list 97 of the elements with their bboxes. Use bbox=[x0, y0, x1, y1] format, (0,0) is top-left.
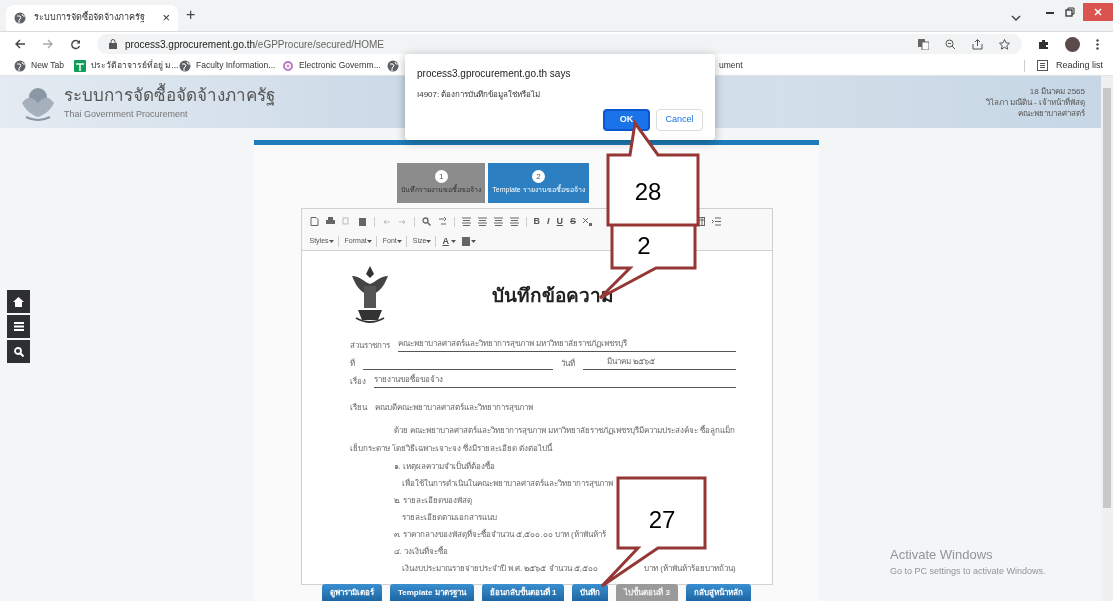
more-options-icon[interactable] bbox=[1096, 38, 1099, 50]
puzzle-icon[interactable] bbox=[1038, 38, 1049, 50]
reading-list-icon[interactable] bbox=[1036, 60, 1048, 71]
caret-icon bbox=[426, 239, 432, 243]
action-button[interactable]: กลับสู่หน้าหลัก bbox=[686, 584, 752, 601]
indent-list-icon[interactable] bbox=[711, 217, 721, 227]
field-label: ส่วนราชการ bbox=[349, 340, 390, 352]
format-button[interactable]: U bbox=[556, 215, 563, 229]
zoom-out-icon[interactable] bbox=[945, 38, 956, 50]
field-value: คณบดีคณะพยาบาลศาสตร์และวิทยาการสุขภาพ bbox=[374, 402, 533, 414]
field-value: รายงานขอซื้อขอจ้าง bbox=[373, 375, 443, 384]
search-icon bbox=[13, 346, 24, 357]
restore-icon[interactable] bbox=[1065, 7, 1075, 17]
format-button[interactable]: I bbox=[547, 215, 550, 229]
bookmark-link[interactable]: Faculty Information... bbox=[196, 59, 276, 72]
caret-icon bbox=[396, 239, 402, 243]
dialog-button[interactable]: OK bbox=[603, 109, 650, 131]
chevron-down-icon[interactable] bbox=[1011, 14, 1021, 22]
list-item-detail: บาท (ห้าพันห้าร้อยบาทถ้วน) bbox=[644, 563, 736, 575]
lock-icon bbox=[109, 39, 117, 49]
action-button[interactable]: ย้อนกลับขั้นตอนที่ 1 bbox=[481, 584, 565, 601]
list-item-detail: เพื่อใช้ในการดำเนินในคณะพยาบาลศาสตร์และวิทยาการสุขภาพ bbox=[401, 477, 613, 490]
translate-icon[interactable] bbox=[918, 38, 929, 50]
globe-icon bbox=[179, 59, 191, 72]
background-color-icon[interactable] bbox=[461, 236, 476, 246]
document-heading: บันทึกข้อความ bbox=[491, 283, 614, 308]
document-paragraph: ด้วย คณะพยาบาลศาสตร์และวิทยาการสุขภาพ มหาวิทยาลัยราชภัฏเพชรบุรีมีความประสงค์จะ ซื้อลูกแม็กเย็บกระดาษ โดยวิธีเฉพาะเจาะจง ซึ่งมีรายละเอียด ดังต่อไปนี้ bbox=[349, 426, 736, 453]
align-center-icon[interactable] bbox=[477, 217, 487, 227]
dialog-message: I4907: ต้องการบันทึกข้อมูลใช่หรือไม่ bbox=[417, 89, 542, 101]
action-button[interactable]: บันทึก bbox=[572, 584, 609, 601]
bookmark-link[interactable]: ument bbox=[719, 59, 743, 72]
star-icon[interactable] bbox=[999, 38, 1010, 50]
activation-title: Activate Windows bbox=[890, 546, 994, 564]
globe-icon bbox=[387, 59, 399, 72]
reload-icon[interactable] bbox=[70, 38, 81, 50]
action-button[interactable]: Template มาตรฐาน bbox=[389, 584, 474, 601]
format-button[interactable]: S bbox=[570, 215, 577, 229]
align-right-icon[interactable] bbox=[493, 217, 503, 227]
address-bar[interactable]: process3.gprocurement.go.th/eGPProcure/secured/HOME bbox=[97, 34, 1022, 54]
callout-number: 2 bbox=[637, 234, 651, 258]
paste-icon[interactable] bbox=[357, 217, 367, 227]
align-left-icon[interactable] bbox=[461, 217, 471, 227]
profile-avatar[interactable] bbox=[1065, 36, 1080, 52]
search-button[interactable] bbox=[7, 340, 30, 363]
menu-button[interactable] bbox=[7, 315, 30, 338]
list-item: ๒. รายละเอียดของพัสดุ bbox=[393, 496, 472, 505]
site-title: ระบบการจัดซื้อจัดจ้างภาครัฐ bbox=[64, 82, 275, 108]
list-item: ๔. วงเงินที่จะซื้อ bbox=[393, 547, 448, 556]
field-value: มีนาคม ๒๕๖๕ bbox=[606, 357, 655, 366]
dialog-title: process3.gprocurement.go.th says bbox=[417, 67, 572, 81]
new-tab-button[interactable]: + bbox=[178, 3, 204, 31]
close-window-button[interactable] bbox=[1083, 3, 1113, 21]
department-name: คณะพยาบาลศาสตร์ bbox=[1018, 107, 1085, 119]
subscript-icon[interactable] bbox=[583, 217, 593, 227]
field-label: วันที่ bbox=[560, 358, 575, 370]
list-item-detail: รายละเอียดตามเอกสารแนบ bbox=[401, 512, 497, 524]
list-item-detail: เงินงบประมาณรายจ่ายประจำปี พ.ศ. ๒๕๖๕ จำนวน ๕,๕๐๐ bbox=[401, 563, 599, 575]
current-date: 18 มีนาคม 2565 bbox=[1029, 85, 1085, 97]
callout-number: 28 bbox=[634, 180, 662, 204]
search-icon[interactable] bbox=[421, 217, 431, 227]
list-item: ๑. เหตุผลความจำเป็นที่ต้องซื้อ bbox=[393, 462, 495, 471]
caret-icon bbox=[328, 239, 334, 243]
bookmark-link[interactable]: ประวัติอาจารย์ที่อยู่ ม... bbox=[91, 59, 179, 72]
browser-tab[interactable]: ระบบการจัดซื้อจัดจ้างภาครัฐ × bbox=[6, 5, 178, 31]
caret-icon bbox=[366, 239, 372, 243]
field-label: ที่ bbox=[349, 358, 355, 370]
field-label: เรื่อง bbox=[349, 376, 366, 388]
replace-icon[interactable] bbox=[437, 217, 447, 227]
document-icon[interactable] bbox=[309, 217, 319, 227]
field-value: คณะพยาบาลศาสตร์และวิทยาการสุขภาพ มหาวิทยาลัยราชภัฏเพชรบุรี bbox=[397, 339, 627, 348]
close-icon bbox=[1094, 8, 1102, 16]
dialog-button[interactable]: Cancel bbox=[656, 109, 703, 131]
home-icon bbox=[13, 296, 24, 307]
align-justify-icon[interactable] bbox=[509, 217, 519, 227]
share-icon[interactable] bbox=[972, 38, 983, 50]
text-color-button[interactable]: A bbox=[442, 234, 456, 248]
callout-number: 27 bbox=[648, 508, 676, 532]
bookmark-link[interactable]: New Tab bbox=[31, 59, 64, 72]
format-button[interactable]: B bbox=[533, 215, 540, 229]
print-icon[interactable] bbox=[325, 217, 335, 227]
action-button[interactable]: ดูพารามิเตอร์ bbox=[321, 584, 382, 601]
spreadsheet-icon bbox=[74, 59, 86, 72]
globe-icon bbox=[14, 59, 26, 72]
flower-icon bbox=[282, 59, 294, 72]
caret-icon bbox=[450, 239, 456, 243]
field-label: เรียน bbox=[349, 402, 367, 414]
activation-message: Go to PC settings to activate Windows. bbox=[890, 564, 1046, 578]
back-arrow-icon[interactable] bbox=[14, 39, 26, 49]
user-name: วิไลภา มณีดิน - เจ้าหน้าที่พัสดุ bbox=[985, 96, 1085, 108]
bookmark-link[interactable]: Electronic Governm... bbox=[299, 59, 381, 72]
close-tab-icon[interactable]: × bbox=[162, 8, 170, 28]
site-subtitle: Thai Government Procurement bbox=[64, 108, 189, 121]
globe-icon bbox=[14, 12, 26, 24]
menu-icon bbox=[13, 322, 24, 331]
list-item: ๓. ราคากลางของพัสดุที่จะซื้อจำนวน ๕,๕๐๐.๐๐ บาท (ห้าพันห้าร้ bbox=[393, 530, 606, 539]
reading-list-link[interactable]: Reading list bbox=[1055, 58, 1103, 73]
home-button[interactable] bbox=[7, 290, 30, 313]
